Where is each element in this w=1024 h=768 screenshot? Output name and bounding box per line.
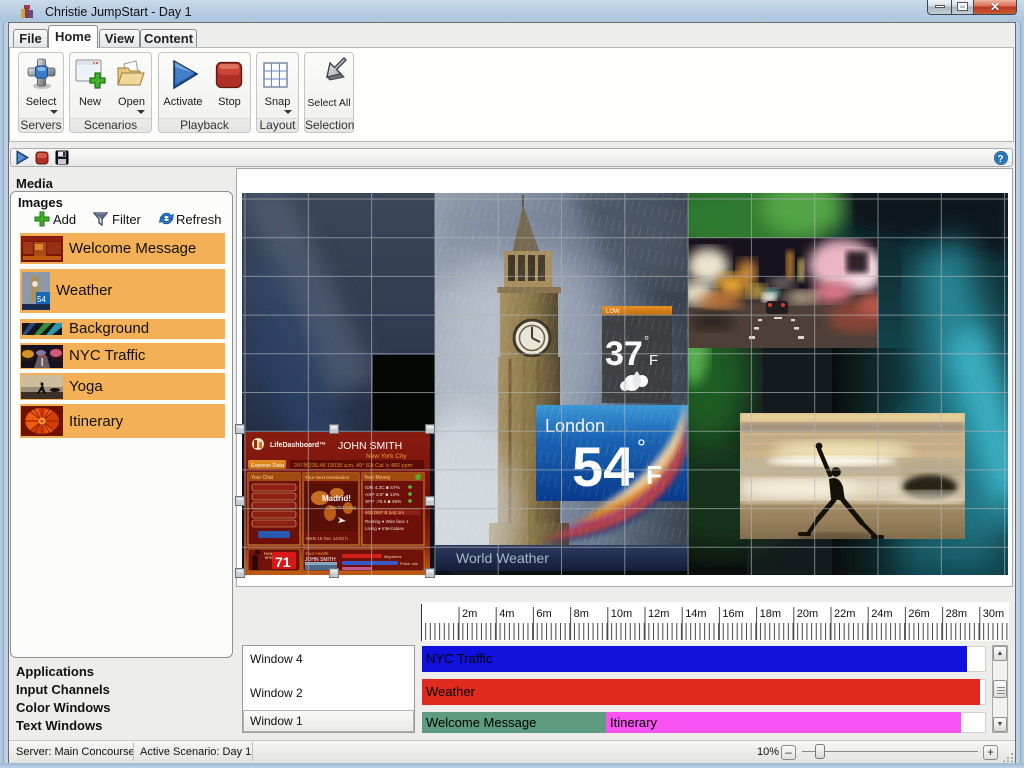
svg-text:Madrid 7 Avg: Madrid 7 Avg [330, 505, 357, 510]
svg-text:Your Money: Your Money [364, 475, 391, 481]
svg-text:Express Data: Express Data [251, 463, 285, 469]
svg-text:New York City: New York City [366, 453, 407, 460]
svg-text:Living ● Intercalase: Living ● Intercalase [365, 526, 404, 531]
svg-text:16m: 16m [722, 608, 743, 620]
svg-text:JOHN SMITH: JOHN SMITH [338, 440, 402, 452]
svg-text:20m: 20m [797, 608, 818, 620]
svg-text:MXN 19 Dec 14:02 h: MXN 19 Dec 14:02 h [306, 536, 348, 541]
svg-text:?: ? [998, 154, 1004, 165]
svg-text:30m: 30m [983, 608, 1004, 620]
svg-text:World Weather: World Weather [456, 550, 549, 566]
svg-text:247米335.48 19038 a.m. 49° 8: 247米335.48 19038 a.m. 49° 82t Cat 'o 482… [294, 461, 413, 469]
svg-text:Migraines: Migraines [384, 554, 401, 559]
svg-text:8m: 8m [574, 608, 589, 620]
svg-text:BPM: BPM [265, 556, 273, 560]
svg-text:22m: 22m [834, 608, 855, 620]
svg-text:6m: 6m [536, 608, 551, 620]
svg-text:LifeDashboard™: LifeDashboard™ [270, 442, 326, 449]
svg-text:12m: 12m [648, 608, 669, 620]
svg-text:4m: 4m [499, 608, 514, 620]
svg-text:18m: 18m [760, 608, 781, 620]
svg-text:2m: 2m [462, 608, 477, 620]
svg-text:10m: 10m [611, 608, 632, 620]
svg-text:AXP 3.6" ■ 12%: AXP 3.6" ■ 12% [365, 492, 400, 498]
svg-text:Your Next Destination: Your Next Destination [305, 475, 350, 480]
svg-text:54: 54 [37, 295, 46, 304]
svg-text:Madrid!: Madrid! [322, 494, 351, 503]
svg-text:SFP .75.5 ■ 46%: SFP .75.5 ■ 46% [365, 499, 402, 505]
svg-text:Your Chat: Your Chat [251, 475, 274, 481]
svg-text:24m: 24m [871, 608, 892, 620]
svg-text:Pulse rate: Pulse rate [400, 561, 419, 566]
svg-text:14m: 14m [685, 608, 706, 620]
svg-text:IDR 4,3C ■ 57%: IDR 4,3C ■ 57% [365, 485, 401, 491]
svg-text:71: 71 [275, 554, 291, 570]
svg-text:400 DEF B (vs) 1m: 400 DEF B (vs) 1m [365, 510, 404, 515]
svg-text:26m: 26m [908, 608, 929, 620]
svg-text:28m: 28m [946, 608, 967, 620]
